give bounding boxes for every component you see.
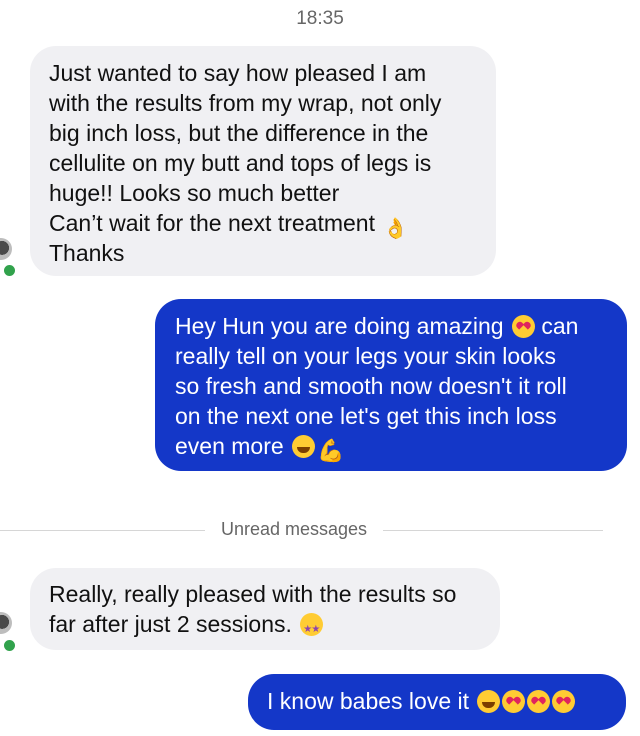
outgoing-message-bubble[interactable]: Hey Hun you are doing amazing can really… [155,299,627,471]
online-status-dot [2,638,17,653]
incoming-message-bubble[interactable]: Just wanted to say how pleased I am with… [30,46,496,276]
star-struck-emoji-icon [300,613,324,645]
ok-hand-emoji-icon [383,212,406,235]
sender-avatar[interactable] [0,238,12,260]
online-status-dot [2,263,17,278]
message-timestamp: 18:35 [296,8,344,29]
outgoing-message-bubble[interactable]: I know babes love it [248,674,626,730]
flexed-biceps-emoji-icon [317,436,340,459]
heart-eyes-emoji-icon [527,690,551,713]
message-text: Hey Hun you are doing amazing [175,313,504,339]
message-text: Really, really pleased with the results … [49,581,457,637]
heart-eyes-emoji-icon [552,690,576,713]
sender-avatar[interactable] [0,612,12,634]
laughing-emoji-icon [292,435,316,458]
heart-eyes-emoji-icon [511,315,535,338]
message-text-end: Thanks [49,240,125,266]
laughing-emoji-icon [477,690,501,713]
message-text: I know babes love it [267,688,476,714]
message-text: Just wanted to say how pleased I am with… [49,60,442,236]
divider-line-right [383,530,603,531]
heart-eyes-emoji-icon [502,690,526,713]
incoming-message-bubble[interactable]: Really, really pleased with the results … [30,568,500,650]
